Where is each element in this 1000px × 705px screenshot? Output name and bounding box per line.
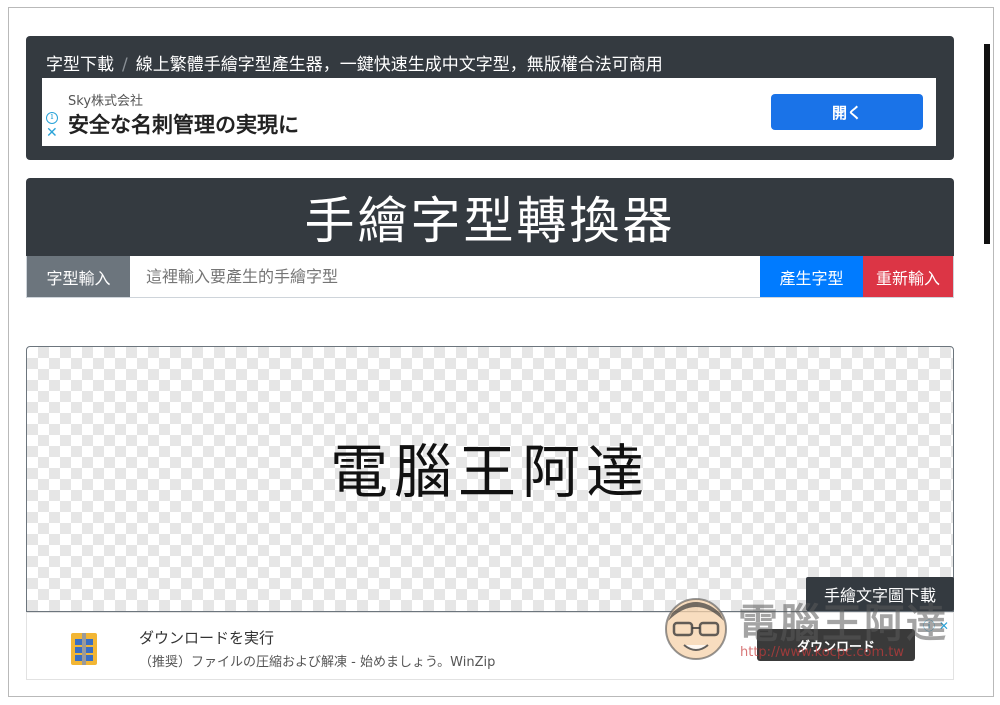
ad-close-icon[interactable]: ✕: [46, 126, 58, 140]
bottom-ad-info-icon[interactable]: ⓘ ✕: [923, 617, 949, 634]
bottom-ad-title[interactable]: ダウンロードを実行: [139, 627, 274, 648]
ad-headline[interactable]: 安全な名刺管理の実現に: [68, 109, 299, 139]
breadcrumb-separator: /: [122, 55, 128, 75]
bottom-ad-description: （推奨）ファイルの圧縮および解凍 - 始めましょう。WinZip: [139, 655, 496, 670]
ad-open-button[interactable]: 開く: [771, 94, 923, 130]
breadcrumb: 字型下載 / 線上繁體手繪字型產生器，一鍵快速生成中文字型，無版權合法可商用: [46, 50, 663, 75]
ad-info-icon[interactable]: i: [46, 112, 58, 124]
font-text-input[interactable]: [130, 256, 760, 297]
preview-text: 電腦王阿達: [329, 438, 650, 506]
font-preview-canvas: 電腦王阿達: [26, 346, 954, 612]
ad-company-name: Sky株式会社: [68, 94, 144, 109]
page-title: 手繪字型轉換器: [304, 192, 676, 250]
top-ad-banner[interactable]: i ✕ Sky株式会社 安全な名刺管理の実現に 開く: [42, 78, 936, 146]
bottom-ad-download-button[interactable]: ダウンロード: [757, 629, 915, 661]
font-input-group: 字型輸入 產生字型 重新輸入: [26, 256, 954, 298]
font-input-label: 字型輸入: [27, 256, 130, 297]
scrollbar[interactable]: [984, 44, 990, 244]
download-image-button[interactable]: 手繪文字圖下載: [806, 577, 954, 611]
generate-font-button[interactable]: 產生字型: [760, 256, 863, 297]
breadcrumb-item-current: 線上繁體手繪字型產生器，一鍵快速生成中文字型，無版權合法可商用: [135, 55, 663, 75]
title-banner: 手繪字型轉換器: [26, 178, 954, 256]
breadcrumb-item-fonts[interactable]: 字型下載: [46, 55, 114, 75]
bottom-ad-banner[interactable]: ダウンロードを実行 （推奨）ファイルの圧縮および解凍 - 始めましょう。WinZ…: [26, 612, 954, 680]
winzip-icon: [71, 633, 97, 665]
reset-input-button[interactable]: 重新輸入: [863, 256, 953, 297]
breadcrumb-container: 字型下載 / 線上繁體手繪字型產生器，一鍵快速生成中文字型，無版權合法可商用 i ✕…: [26, 36, 954, 160]
